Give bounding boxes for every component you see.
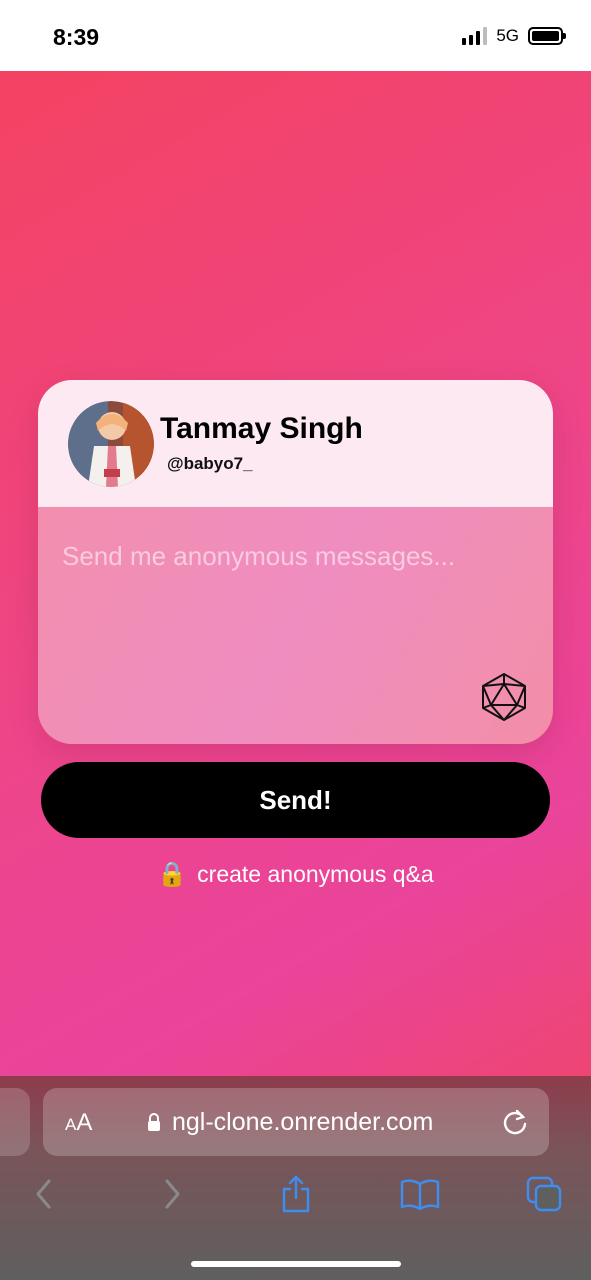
browser-toolbar: [0, 1174, 591, 1218]
profile-handle: @babyo7_: [167, 454, 253, 473]
status-bar: 8:39 5G: [0, 0, 591, 71]
signal-icon: [462, 27, 488, 45]
message-card: Tanmay Singh @babyo7_: [38, 380, 553, 744]
dice-icon[interactable]: [481, 672, 527, 722]
status-indicators: 5G: [462, 26, 566, 46]
back-icon[interactable]: [24, 1174, 64, 1214]
home-indicator[interactable]: [191, 1261, 401, 1267]
status-time: 8:39: [53, 24, 100, 50]
send-button[interactable]: Send!: [41, 762, 550, 838]
browser-chrome: AA ngl-clone.onrender.com: [0, 1076, 591, 1280]
reader-settings-button[interactable]: AA: [65, 1109, 92, 1137]
message-area: [38, 507, 553, 744]
share-icon[interactable]: [276, 1174, 316, 1214]
profile-name: Tanmay Singh: [160, 412, 363, 445]
url-lock-icon: [148, 1113, 160, 1131]
bookmarks-icon[interactable]: [400, 1174, 440, 1214]
battery-icon: [528, 27, 566, 45]
forward-icon[interactable]: [152, 1174, 192, 1214]
profile-header: Tanmay Singh @babyo7_: [38, 380, 553, 507]
lock-icon: 🔒: [157, 861, 188, 888]
previous-tab-preview[interactable]: [0, 1088, 30, 1156]
reload-icon[interactable]: [501, 1108, 529, 1136]
avatar: [68, 401, 154, 487]
network-type: 5G: [496, 26, 519, 45]
message-input[interactable]: [62, 541, 522, 572]
address-bar[interactable]: AA ngl-clone.onrender.com: [43, 1088, 549, 1156]
create-link-label: create anonymous q&a: [197, 861, 434, 887]
tabs-icon[interactable]: [524, 1174, 564, 1214]
create-anonymous-qa-link[interactable]: 🔒 create anonymous q&a: [0, 860, 591, 889]
url-text: ngl-clone.onrender.com: [172, 1108, 434, 1136]
